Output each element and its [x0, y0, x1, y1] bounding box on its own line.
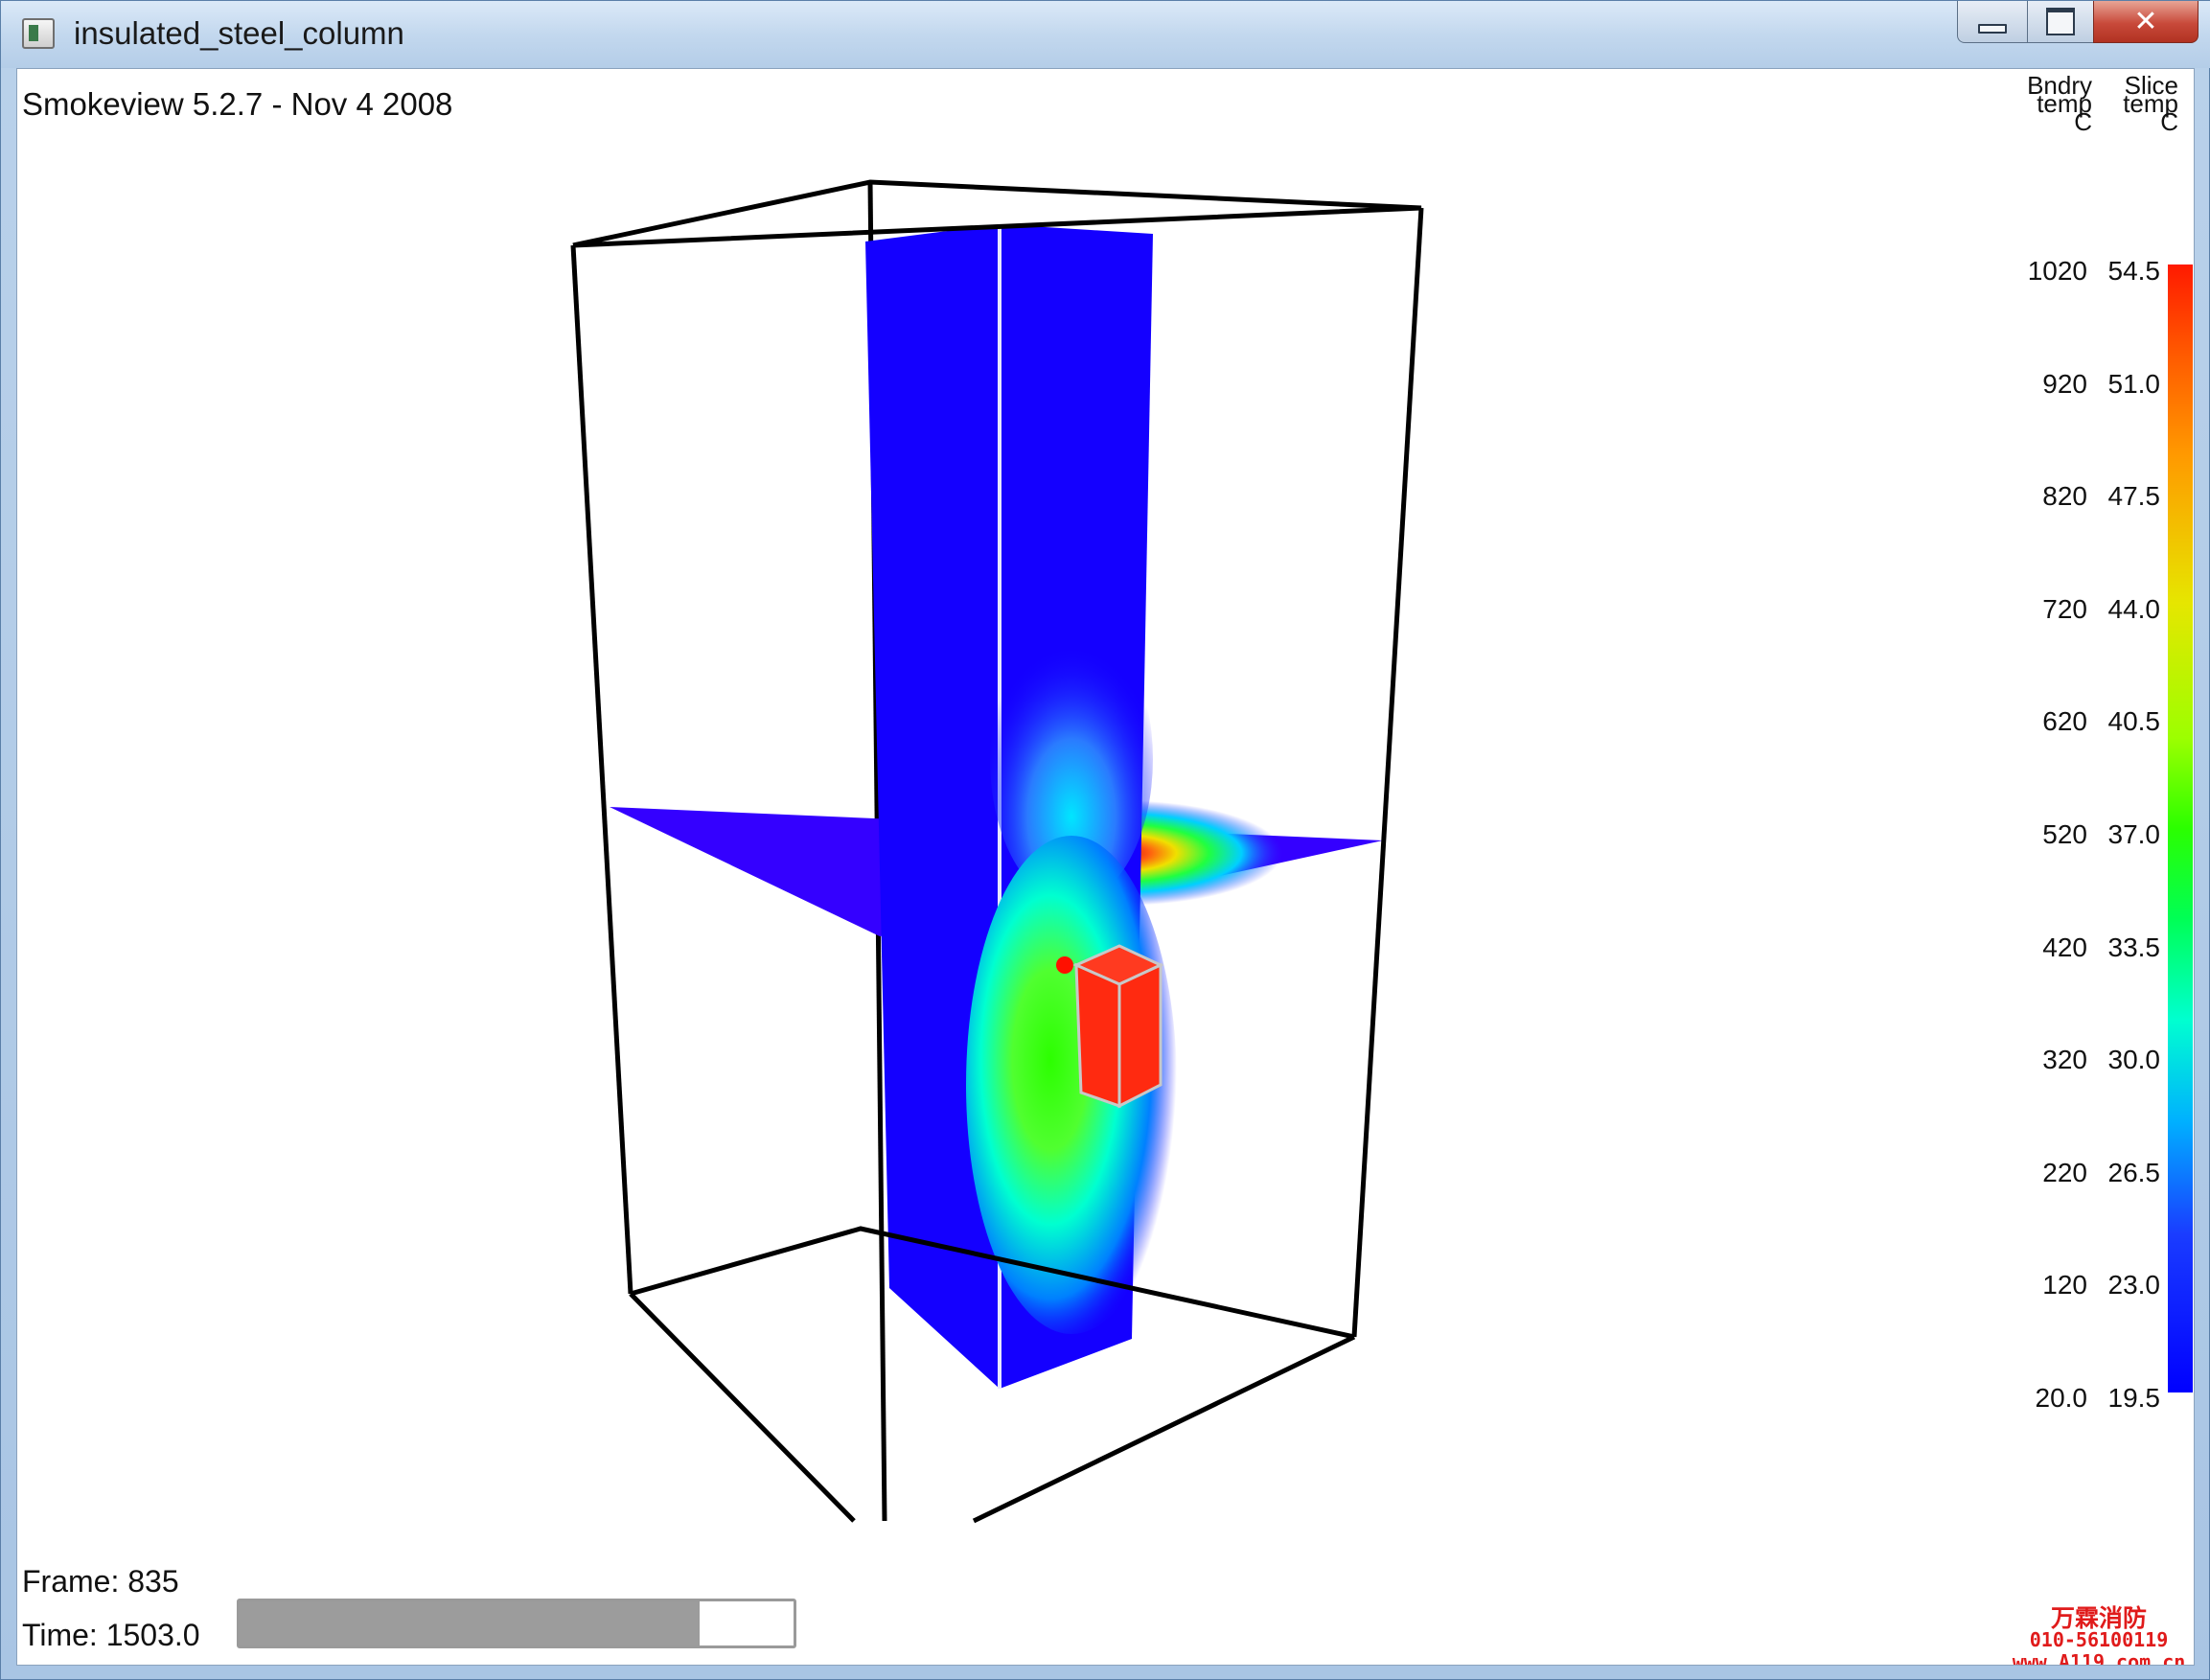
- close-icon: ✕: [2133, 6, 2158, 37]
- title-bar[interactable]: insulated_steel_column ✕: [1, 1, 2210, 68]
- minimize-icon: [1978, 23, 2007, 34]
- slice-legend-header: Slice temp C: [2123, 71, 2178, 136]
- watermark: 万霖消防 010-56100119 www.A119.com.cn: [2003, 1604, 2194, 1666]
- column-left-face: [865, 224, 1000, 1389]
- slice-legend-value: 51.0: [2107, 368, 2161, 399]
- 3d-scene[interactable]: [17, 69, 2195, 1666]
- frame-label: Frame: 835: [22, 1564, 179, 1599]
- slice-legend-value: 54.5: [2107, 256, 2161, 286]
- slice-legend-value: 40.5: [2107, 706, 2161, 737]
- slice-legend-value: 37.0: [2107, 819, 2161, 849]
- slice-legend-value: 23.0: [2107, 1270, 2161, 1300]
- maximize-icon: [2046, 8, 2075, 35]
- watermark-name: 万霖消防: [2050, 1604, 2147, 1632]
- slice-legend-value: 19.5: [2107, 1383, 2161, 1413]
- slice-legend-value: 33.5: [2107, 932, 2161, 962]
- minimize-button[interactable]: [1957, 1, 2028, 43]
- maximize-button[interactable]: [2027, 1, 2094, 43]
- watermark-url: www.A119.com.cn: [2012, 1650, 2186, 1666]
- slice-legend-value: 44.0: [2107, 593, 2161, 624]
- close-button[interactable]: ✕: [2093, 1, 2198, 43]
- time-label: Time: 1503.0: [22, 1618, 200, 1652]
- colorbar: [2168, 265, 2193, 1392]
- time-slider-fill: [240, 1601, 700, 1645]
- application-window: insulated_steel_column ✕ Smokeview 5.2.7…: [0, 0, 2210, 1680]
- time-slider[interactable]: [237, 1599, 796, 1648]
- slice-legend-value: 47.5: [2107, 481, 2161, 512]
- window-title: insulated_steel_column: [74, 15, 404, 51]
- app-icon[interactable]: [22, 18, 55, 49]
- slice-legend-value: 30.0: [2107, 1045, 2161, 1075]
- slice-legend-value: 26.5: [2107, 1157, 2161, 1187]
- watermark-phone: 010-56100119: [2029, 1628, 2169, 1651]
- boundary-legend-header: Bndry temp C: [2027, 71, 2092, 136]
- smokeview-canvas[interactable]: Smokeview 5.2.7 - Nov 4 2008 Bndry temp …: [16, 68, 2195, 1666]
